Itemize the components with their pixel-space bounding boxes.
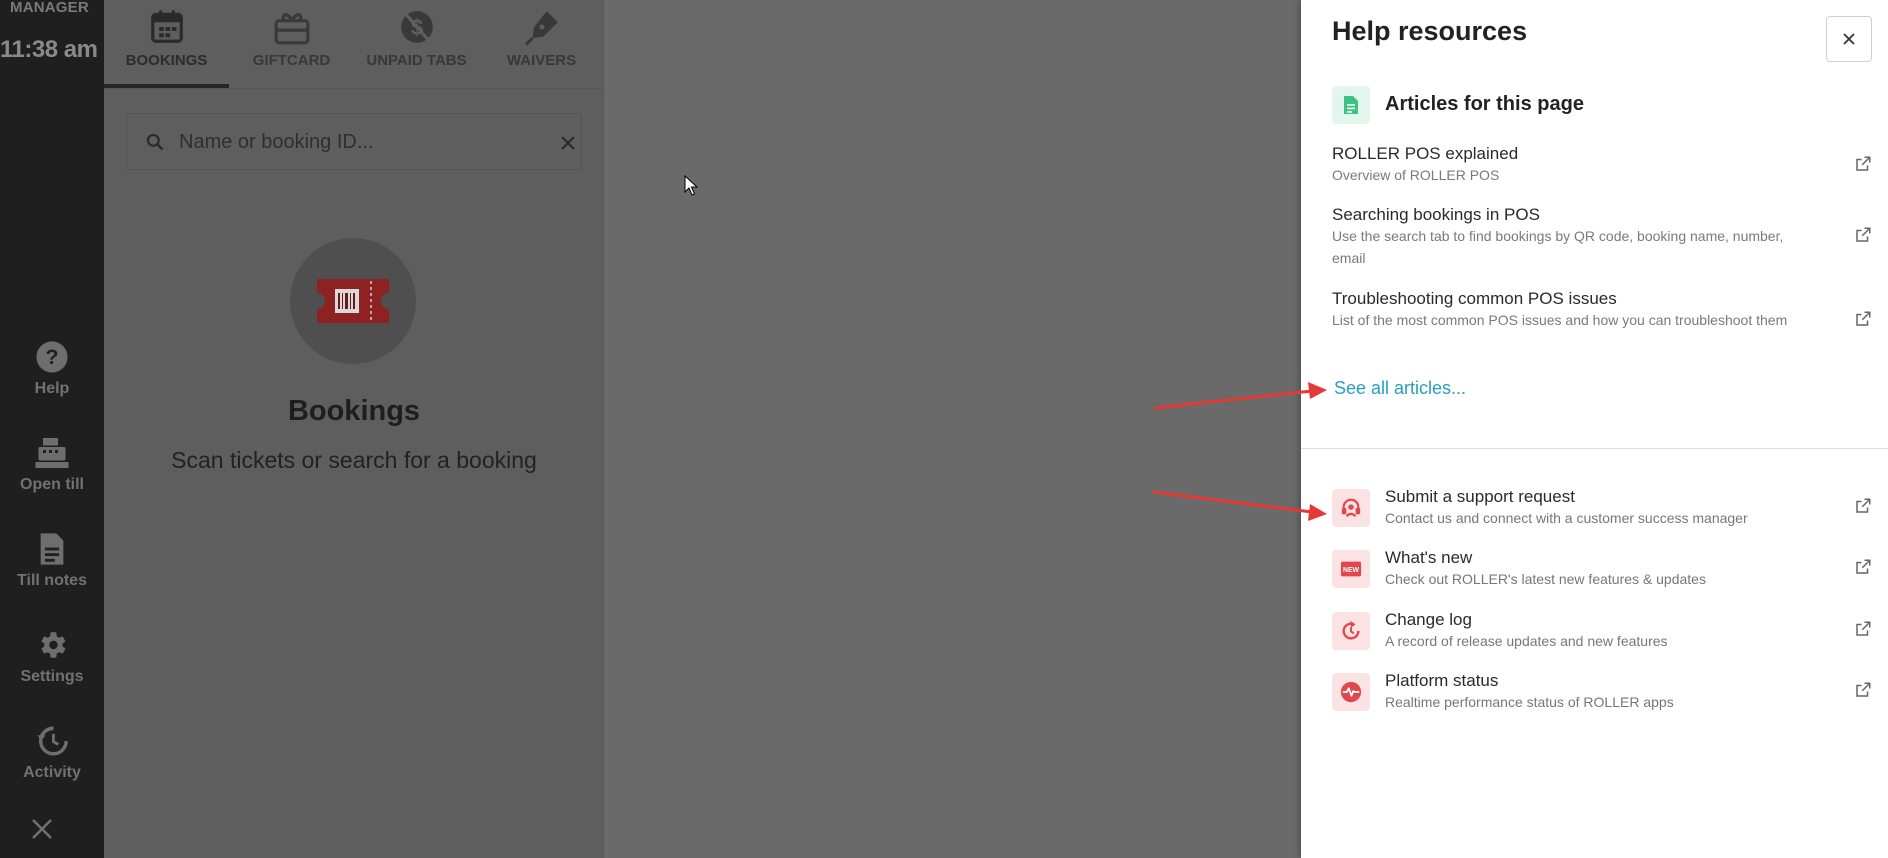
empty-state-subtitle: Scan tickets or search for a booking [171, 447, 537, 473]
resource-whats-new[interactable]: NEW What's new Check out ROLLER's latest… [1332, 548, 1872, 590]
tab-bar: BOOKINGS GIFTCARD $ UNPAID TABS [104, 0, 604, 89]
resource-title: Submit a support request [1385, 487, 1575, 506]
external-link-icon[interactable] [1854, 310, 1872, 328]
resource-description: A record of release updates and new feat… [1385, 633, 1668, 649]
svg-text:?: ? [46, 345, 59, 369]
resource-title: Change log [1385, 610, 1472, 629]
resource-description: Realtime performance status of ROLLER ap… [1385, 694, 1674, 710]
sidebar-item-settings[interactable]: Settings [0, 628, 104, 686]
article-title: Troubleshooting common POS issues [1332, 289, 1617, 308]
external-link-icon[interactable] [1854, 620, 1872, 638]
mouse-cursor-icon [684, 175, 698, 196]
resource-submit-support-request[interactable]: Submit a support request Contact us and … [1332, 487, 1872, 529]
pen-icon [524, 11, 558, 46]
sidebar-item-label: Settings [20, 668, 84, 685]
external-link-icon[interactable] [1854, 681, 1872, 699]
resource-title: Platform status [1385, 671, 1499, 690]
resource-icon-box: NEW [1332, 550, 1370, 588]
refresh-icon [1342, 620, 1360, 640]
calendar-icon [150, 10, 183, 43]
gift-card-icon [274, 13, 309, 45]
gear-icon [41, 632, 66, 658]
headset-icon [1341, 498, 1361, 518]
bookings-panel: BOOKINGS GIFTCARD $ UNPAID TABS [104, 0, 604, 858]
no-money-icon: $ [400, 11, 433, 43]
new-badge-icon: NEW [1340, 561, 1362, 577]
active-tab-indicator [104, 84, 229, 88]
tab-label: WAIVERS [506, 52, 577, 69]
tab-giftcard[interactable]: GIFTCARD [229, 0, 354, 89]
svg-text:NEW: NEW [1343, 567, 1360, 574]
article-description: Use the search tab to find bookings by Q… [1332, 228, 1784, 266]
sidebar-item-help[interactable]: ? Help [0, 340, 104, 398]
article-section-icon-box [1332, 86, 1370, 124]
articles-section-title: Articles for this page [1385, 93, 1584, 115]
search-icon [146, 133, 164, 151]
article-description: Overview of ROLLER POS [1332, 167, 1500, 183]
sidebar-item-label: Activity [23, 764, 81, 781]
empty-state-title: Bookings [287, 395, 421, 427]
sidebar-close-button[interactable] [0, 817, 84, 846]
resource-description: Check out ROLLER's latest new features &… [1385, 571, 1706, 587]
article-title: Searching bookings in POS [1332, 205, 1540, 224]
external-link-icon[interactable] [1854, 226, 1872, 244]
see-all-articles-link[interactable]: See all articles... [1334, 378, 1466, 399]
tab-waivers[interactable]: WAIVERS [479, 0, 604, 89]
ticket-icon [317, 279, 389, 323]
help-circle-icon: ? [36, 341, 68, 373]
drawer-title: Help resources [1332, 16, 1528, 46]
document-icon [1344, 96, 1358, 114]
empty-state-illustration [290, 238, 416, 364]
sidebar-item-label: Help [34, 380, 70, 397]
help-resources-drawer: Help resources Articles for this page RO… [1301, 0, 1888, 858]
close-drawer-button[interactable] [1826, 16, 1872, 62]
tab-label: BOOKINGS [125, 52, 208, 69]
tab-label: GIFTCARD [252, 52, 331, 69]
section-divider [1301, 448, 1888, 449]
clock-time: 11:38 am [0, 36, 98, 63]
sidebar-item-label: Open till [20, 476, 84, 493]
resource-description: Contact us and connect with a customer s… [1385, 510, 1748, 526]
resource-title: What's new [1385, 548, 1473, 567]
tab-label: UNPAID TABS [366, 52, 467, 69]
external-link-icon[interactable] [1854, 497, 1872, 515]
close-icon [32, 819, 52, 839]
sidebar-item-label: Till notes [17, 572, 87, 589]
history-icon [37, 726, 68, 756]
tab-unpaid-tabs[interactable]: $ UNPAID TABS [354, 0, 479, 89]
document-icon [40, 533, 64, 565]
resource-icon-box [1332, 489, 1370, 527]
pulse-icon [1340, 681, 1362, 703]
resource-change-log[interactable]: Change log A record of release updates a… [1332, 610, 1872, 652]
sidebar-item-open-till[interactable]: Open till [0, 436, 104, 494]
close-icon [1843, 33, 1855, 45]
article-title: ROLLER POS explained [1332, 144, 1519, 163]
article-item[interactable]: ROLLER POS explained Overview of ROLLER … [1332, 143, 1872, 186]
resource-platform-status[interactable]: Platform status Realtime performance sta… [1332, 671, 1872, 713]
booking-search-box[interactable] [126, 113, 582, 170]
dimmed-backdrop[interactable] [604, 0, 1301, 858]
clear-search-icon[interactable] [559, 134, 577, 152]
article-description: List of the most common POS issues and h… [1332, 312, 1788, 328]
left-sidebar: MANAGER 11:38 am ? Help Open till Till n… [0, 0, 104, 858]
resource-icon-box [1332, 612, 1370, 650]
article-item[interactable]: Searching bookings in POS Use the search… [1332, 204, 1872, 269]
external-link-icon[interactable] [1854, 558, 1872, 576]
resource-icon-box [1332, 673, 1370, 711]
article-item[interactable]: Troubleshooting common POS issues List o… [1332, 288, 1872, 331]
external-link-icon[interactable] [1854, 155, 1872, 173]
booking-search-input[interactable] [179, 128, 519, 156]
sidebar-item-till-notes[interactable]: Till notes [0, 532, 104, 590]
sidebar-item-activity[interactable]: Activity [0, 724, 104, 782]
user-role-label: MANAGER [10, 0, 89, 16]
tab-bookings[interactable]: BOOKINGS [104, 0, 229, 89]
cash-register-icon [35, 438, 69, 468]
